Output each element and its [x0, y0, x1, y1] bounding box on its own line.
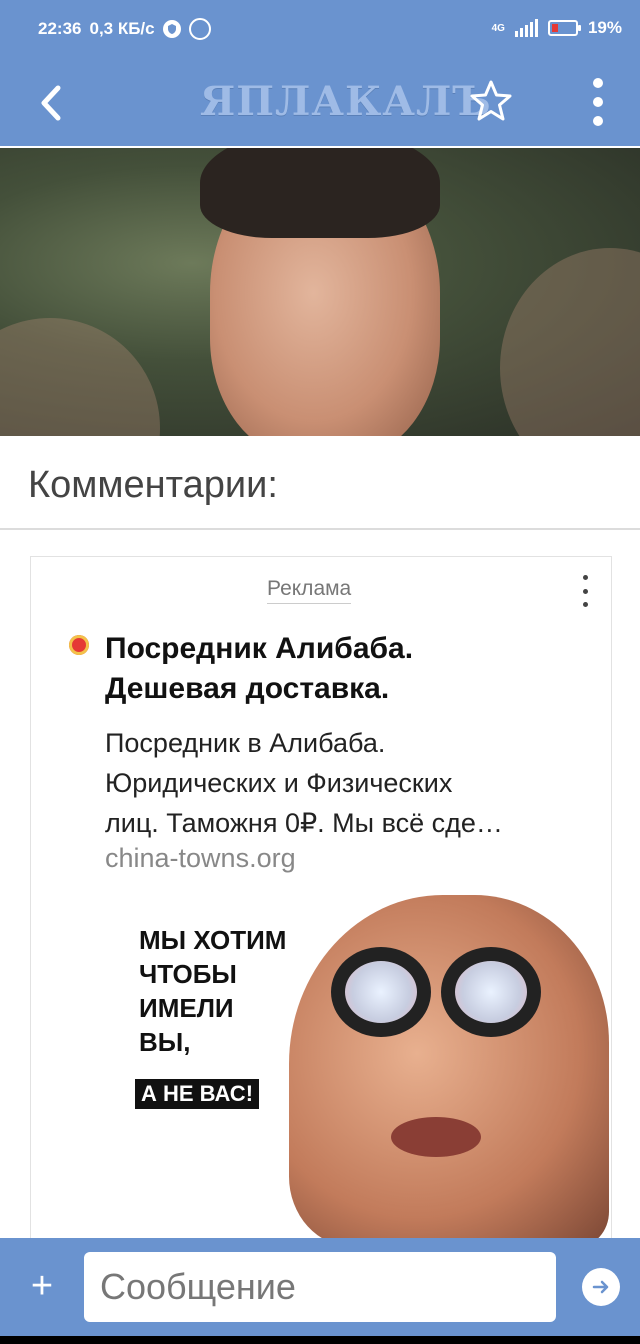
- app-logo[interactable]: ЯПЛАКАЛЪ: [200, 78, 492, 128]
- ad-more-icon[interactable]: [583, 575, 591, 607]
- arrow-right-icon: [592, 1280, 609, 1294]
- more-vert-icon[interactable]: [590, 78, 606, 126]
- ad-image-text-line2: ЧТОБЫ: [139, 959, 237, 989]
- signal-icon: [514, 19, 538, 37]
- favorite-button[interactable]: [468, 78, 514, 124]
- network-label: 4G: [491, 22, 505, 34]
- back-arrow-icon: [41, 85, 61, 121]
- back-button[interactable]: [32, 80, 72, 126]
- lantern-icon: [69, 635, 89, 655]
- ad-text-line1: Посредник в Алибаба.: [105, 728, 386, 758]
- ad-card[interactable]: Реклама Посредник Алибаба. Дешевая доста…: [30, 556, 612, 1248]
- ad-domain[interactable]: china-towns.org: [105, 843, 296, 874]
- post-image[interactable]: [0, 148, 640, 436]
- glasses-left: [331, 947, 431, 1037]
- ad-image-text-line4: ВЫ,: [139, 1027, 191, 1057]
- ad-image-text-line3: ИМЕЛИ: [139, 993, 234, 1023]
- ad-title-line1: Посредник Алибаба.: [105, 632, 414, 665]
- battery-percent: 19%: [587, 18, 622, 37]
- status-bar: 22:36 0,3 КБ/с 4G 19%: [0, 0, 640, 60]
- ad-title-line2: Дешевая доставка.: [105, 672, 390, 705]
- message-composer: + Сообщение: [0, 1238, 640, 1336]
- glasses-right: [441, 947, 541, 1037]
- ad-image-text: МЫ ХОТИМ ЧТОБЫ ИМЕЛИ ВЫ,: [139, 923, 286, 1059]
- ad-description: Посредник в Алибаба. Юридических и Физич…: [105, 723, 595, 843]
- attach-button[interactable]: +: [22, 1266, 62, 1306]
- shield-icon: [162, 20, 181, 38]
- system-nav-strip: [0, 1336, 640, 1344]
- ad-text-line3: лиц. Таможня 0₽. Мы всё сде…: [105, 808, 503, 838]
- app-bar: ЯПЛАКАЛЪ: [0, 60, 640, 146]
- send-button[interactable]: [582, 1268, 620, 1306]
- ad-image-text-line1: МЫ ХОТИМ: [139, 925, 287, 955]
- comments-heading: Комментарии:: [28, 464, 278, 506]
- ad-image-tag: А НЕ ВАС!: [135, 1079, 260, 1109]
- status-speed: 0,3 КБ/с: [89, 19, 155, 38]
- viber-icon: [188, 18, 211, 40]
- battery-icon: [547, 20, 581, 36]
- divider: [0, 528, 640, 530]
- ad-image-face: [289, 895, 609, 1247]
- message-input[interactable]: Сообщение: [84, 1252, 556, 1322]
- plus-icon: +: [30, 1265, 54, 1307]
- ad-title[interactable]: Посредник Алибаба. Дешевая доставка.: [105, 629, 595, 709]
- ad-image-mouth: [391, 1117, 481, 1157]
- status-time: 22:36: [38, 19, 82, 38]
- star-icon: [470, 80, 512, 121]
- ad-text-line2: Юридических и Физических: [105, 768, 453, 798]
- ad-label: Реклама: [267, 577, 352, 604]
